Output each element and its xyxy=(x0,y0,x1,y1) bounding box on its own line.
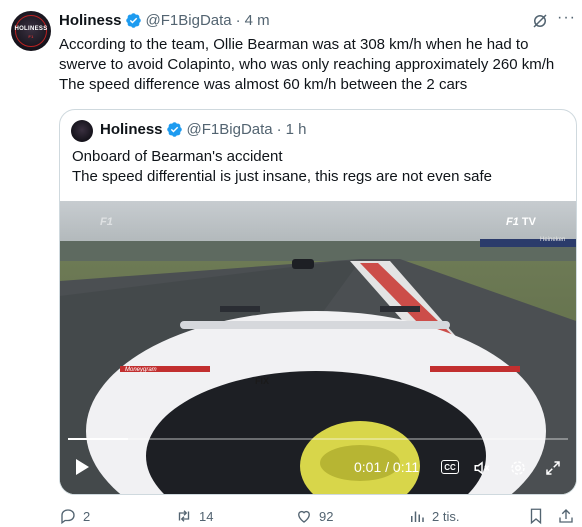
quote-text-line: The speed differential is just insane, t… xyxy=(72,168,492,185)
play-icon[interactable] xyxy=(74,458,90,476)
video-frame xyxy=(60,201,576,494)
quote-text: Onboard of Bearman's accident The speed … xyxy=(72,147,492,187)
author-name[interactable]: Holiness xyxy=(59,12,122,29)
grok-icon[interactable] xyxy=(531,12,549,30)
broadcast-tv-label: TV xyxy=(521,216,536,228)
reply-icon xyxy=(61,509,75,525)
avatar-text: HOLINESS xyxy=(14,26,48,32)
trackside-board-text: Heineken xyxy=(540,237,566,243)
quote-header: Holiness @F1BigData · 1 h xyxy=(100,121,307,138)
tweet-text: According to the team, Ollie Bearman was… xyxy=(59,35,579,95)
duration: 0:11 xyxy=(392,459,420,475)
tweet-time[interactable]: 4 m xyxy=(245,12,270,29)
bookmark-icon xyxy=(530,508,542,525)
repost-icon xyxy=(178,510,190,522)
broadcast-brand: F1 xyxy=(506,216,519,228)
tweet-action-bar: 2 14 92 2 tis. xyxy=(59,507,579,527)
video-player[interactable]: F1 TV F1 Heineken FIX Moneygram 0:01 / 0… xyxy=(60,201,576,494)
fullscreen-icon[interactable] xyxy=(544,459,562,477)
tweet-text-line: According to the team, Ollie Bearman was… xyxy=(59,36,529,53)
verified-badge-icon xyxy=(125,12,141,28)
header-separator: · xyxy=(235,11,241,29)
views-icon xyxy=(411,511,424,522)
like-count: 92 xyxy=(319,508,334,524)
header-separator: · xyxy=(276,121,282,138)
quote-time[interactable]: 1 h xyxy=(286,121,307,138)
video-progress-fill xyxy=(68,438,128,440)
settings-icon[interactable] xyxy=(509,459,527,477)
like-button[interactable]: 92 xyxy=(295,507,333,525)
like-icon xyxy=(298,510,310,523)
car-label-fix: FIX xyxy=(255,376,270,386)
captions-icon[interactable]: CC xyxy=(441,460,459,474)
quoted-tweet[interactable]: Holiness @F1BigData · 1 h Onboard of Bea… xyxy=(59,109,577,495)
quote-text-line: Onboard of Bearman's accident xyxy=(72,148,283,165)
more-icon[interactable]: ··· xyxy=(557,9,576,27)
broadcast-logo: F1 TV xyxy=(506,216,536,228)
bookmark-button[interactable] xyxy=(527,507,551,525)
tweet-header: Holiness @F1BigData · 4 m xyxy=(59,10,270,30)
reply-button[interactable]: 2 xyxy=(59,507,90,525)
quote-author-handle[interactable]: @F1BigData xyxy=(187,121,273,138)
time-separator: / xyxy=(381,459,393,475)
reply-count: 2 xyxy=(83,508,91,524)
watermark-left: F1 xyxy=(100,216,113,228)
repost-button[interactable]: 14 xyxy=(175,507,213,525)
share-icon xyxy=(559,509,573,523)
quote-author-avatar[interactable] xyxy=(71,120,93,142)
avatar-subtext: F1 xyxy=(28,34,34,39)
mute-icon[interactable] xyxy=(473,459,491,477)
views-button[interactable]: 2 tis. xyxy=(408,507,459,525)
car-label-sponsor: Moneygram xyxy=(125,367,157,373)
author-handle[interactable]: @F1BigData xyxy=(146,12,232,29)
tweet-text-line: swerve to avoid Colapinto, who was only … xyxy=(59,56,555,73)
views-count: 2 tis. xyxy=(432,508,460,524)
repost-count: 14 xyxy=(199,508,214,524)
video-progress-bar[interactable] xyxy=(68,438,568,440)
verified-badge-icon xyxy=(166,122,182,137)
author-avatar[interactable]: HOLINESS F1 xyxy=(11,11,51,51)
current-time: 0:01 xyxy=(354,459,382,475)
video-time-display: 0:01 / 0:11 xyxy=(354,459,419,475)
quote-author-name[interactable]: Holiness xyxy=(100,121,163,138)
share-button[interactable] xyxy=(557,507,581,525)
tweet-text-line: The speed difference was almost 60 km/h … xyxy=(59,76,468,93)
